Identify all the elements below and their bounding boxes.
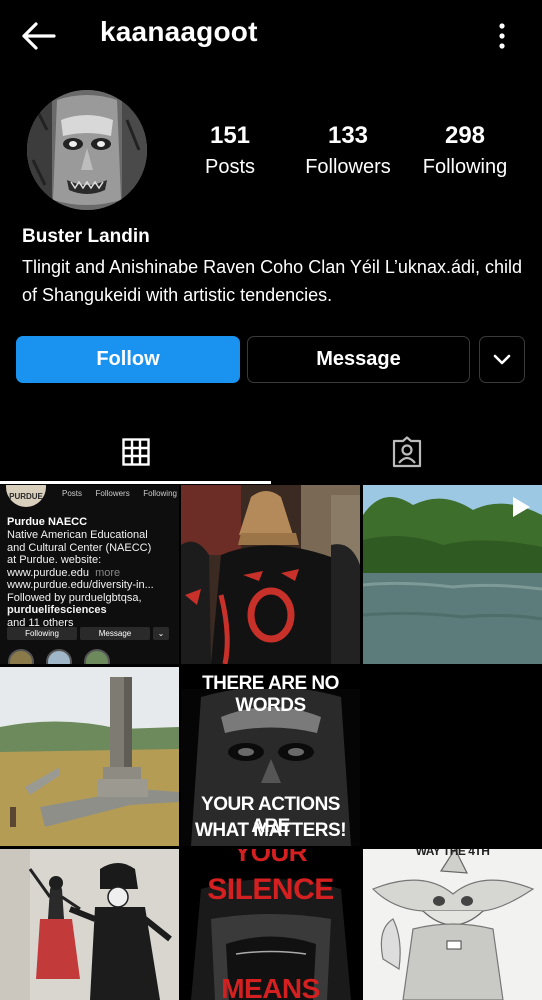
post1-bio-text: www.purdue.edu: [7, 566, 89, 579]
message-button[interactable]: Message: [247, 336, 470, 383]
post-tile-9[interactable]: WAY THE 4TH: [363, 849, 542, 1000]
following-label: Following: [422, 156, 508, 178]
post-tile-5[interactable]: THERE ARE NO WORDS YOUR ACTIONS ARE WHAT…: [181, 667, 360, 846]
video-play-icon: [513, 497, 530, 517]
tab-tagged[interactable]: [271, 420, 542, 484]
post-tile-4[interactable]: [0, 667, 179, 846]
monument-photo-image: [0, 667, 179, 846]
posts-stat[interactable]: 151 Posts: [170, 122, 290, 179]
tagged-person-icon: [392, 436, 421, 468]
post-tile-8[interactable]: YOUR SILENCE MEANS: [181, 849, 360, 1000]
post8-caption-line2: SILENCE: [207, 873, 334, 906]
followers-label: Followers: [305, 156, 391, 178]
profile-username: kaanaagoot: [100, 16, 258, 47]
street-mural-image: [0, 849, 179, 1000]
highlight-circle: [84, 649, 110, 664]
suggestions-dropdown-button[interactable]: [479, 336, 525, 383]
profile-full-name: Buster Landin: [22, 226, 150, 247]
post1-following-button: Following: [7, 627, 77, 640]
post1-bio-line: www.purdue.edu more: [7, 567, 175, 580]
follow-button[interactable]: Follow: [16, 336, 240, 383]
profile-avatar[interactable]: [27, 90, 147, 210]
post1-bio-line: and Cultural Center (NAECC): [7, 541, 152, 554]
post-tile-1[interactable]: PURDUE Posts Followers Following Purdue …: [0, 485, 179, 664]
post-tile-2[interactable]: [181, 485, 360, 664]
post1-stats: Posts Followers Following: [62, 489, 177, 498]
post1-bio-line: purduelifesciences: [7, 604, 107, 616]
post1-posts-label: Posts: [62, 489, 83, 498]
highlight-circle: [46, 649, 72, 664]
post5-caption-line3: WHAT MATTERS!: [194, 820, 347, 841]
post1-buttons: Following Message ⌄: [7, 627, 170, 640]
totem-carving-image: [27, 90, 147, 210]
top-bar: kaanaagoot: [0, 0, 542, 70]
pencil-sketch-image: [363, 849, 542, 1000]
profile-bio: Tlingit and Anishinabe Raven Coho Clan Y…: [22, 257, 522, 305]
posts-label: Posts: [204, 156, 256, 178]
more-vertical-icon: [499, 23, 505, 49]
purdue-logo: PURDUE: [6, 485, 46, 507]
post5-caption-top: THERE ARE NO WORDS: [202, 673, 339, 716]
post1-followers-label: Followers: [95, 489, 130, 498]
grid-icon: [121, 438, 150, 466]
back-button[interactable]: [18, 18, 58, 54]
post1-highlights: [8, 649, 110, 664]
post1-bio-line: www.purdue.edu/diversity-in...: [7, 579, 154, 591]
followers-stat[interactable]: 133 Followers: [288, 122, 408, 179]
post1-bio-line: Followed by purduelgbtqsa,: [7, 591, 142, 604]
post9-caption: WAY THE 4TH: [415, 849, 490, 858]
highlight-circle: [8, 649, 34, 664]
post8-caption-line3: MEANS: [221, 973, 320, 1000]
following-count: 298: [444, 122, 486, 149]
post1-account-name: Purdue NAECC: [7, 516, 88, 528]
post-tile-6[interactable]: [363, 667, 542, 846]
back-arrow-icon: [22, 22, 56, 50]
followers-count: 133: [327, 122, 369, 149]
post1-bio-line: at Purdue. website:: [7, 554, 102, 566]
post-tile-3[interactable]: [363, 485, 542, 664]
post1-dropdown: ⌄: [153, 627, 169, 640]
post8-caption-line1: YOUR: [233, 849, 308, 867]
post-tile-7[interactable]: [0, 849, 179, 1000]
following-stat[interactable]: 298 Following: [405, 122, 525, 179]
post1-following-label: Following: [143, 489, 177, 498]
posts-count: 151: [209, 122, 251, 149]
post1-bio-line: Native American Educational: [7, 529, 148, 541]
active-tab-indicator: [0, 481, 271, 484]
regalia-photo-image: [181, 485, 360, 664]
tab-posts-grid[interactable]: [0, 420, 271, 484]
post1-bio: Native American Educational and Cultural…: [7, 529, 175, 629]
chevron-down-icon: [493, 354, 511, 364]
post1-message-button: Message: [80, 627, 150, 640]
more-options-button[interactable]: [492, 20, 512, 52]
posts-grid: PURDUE Posts Followers Following Purdue …: [0, 485, 542, 1000]
post1-more-link: more: [95, 566, 121, 579]
